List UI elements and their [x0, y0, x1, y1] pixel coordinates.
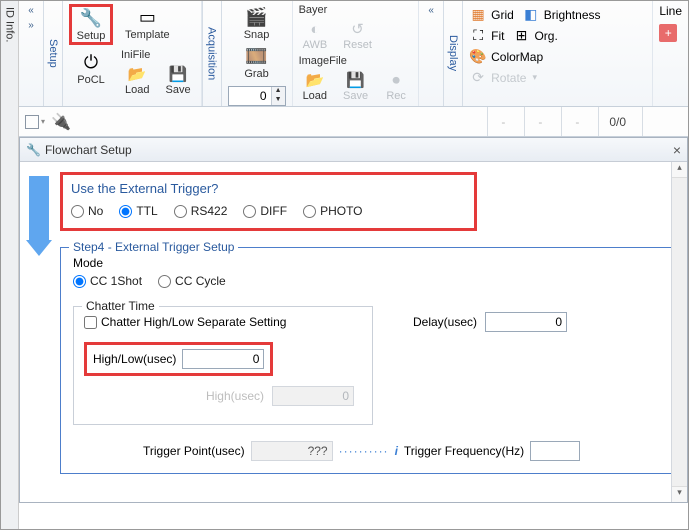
trigger-freq-label: Trigger Frequency(Hz): [404, 444, 524, 458]
info-icon: i: [395, 444, 398, 458]
fit-icon: ⛶: [469, 27, 487, 44]
status-dash: -: [535, 115, 545, 129]
collapse-right-icon[interactable]: »: [28, 20, 34, 31]
acquisition-vtab[interactable]: Acquisition: [202, 1, 222, 106]
pocl-button[interactable]: ⏻ PoCL: [69, 49, 113, 88]
scroll-down-icon[interactable]: ▾: [672, 486, 687, 502]
ribbon: « » Setup 🔧 Setup ▭ Template: [19, 1, 688, 107]
mode-cc1shot[interactable]: CC 1Shot: [73, 274, 142, 288]
collapse-left-icon[interactable]: «: [28, 5, 34, 16]
step-arrow-icon: [26, 176, 52, 494]
clapper-icon: 🎬: [245, 6, 267, 28]
grab-button[interactable]: 🎞️ Grab: [228, 43, 286, 82]
bayer-reset-button: ↺ Reset: [339, 18, 376, 53]
film-icon: 🎞️: [245, 45, 267, 67]
trigger-freq-input[interactable]: [530, 441, 580, 461]
brightness-icon: ◧: [522, 6, 540, 23]
inifile-header: IniFile: [121, 49, 195, 61]
high-label: High(usec): [206, 389, 264, 403]
chatter-legend: Chatter Time: [82, 299, 159, 313]
org-icon: ⊞: [512, 27, 530, 44]
dialog-title: Flowchart Setup: [45, 143, 132, 157]
high-readonly: 0: [272, 386, 354, 406]
highlow-label: High/Low(usec): [93, 352, 176, 366]
spinner-down-icon[interactable]: ▼: [272, 96, 285, 105]
mode-cccycle[interactable]: CC Cycle: [158, 274, 226, 288]
status-dash: -: [572, 115, 582, 129]
ini-save-button[interactable]: 💾 Save: [161, 63, 194, 98]
scroll-up-icon[interactable]: ▴: [672, 162, 687, 178]
trigger-point-value: ???: [251, 441, 333, 461]
trigger-option-no[interactable]: No: [71, 204, 103, 218]
grid-icon: ▦: [469, 6, 487, 23]
status-dash: -: [498, 115, 508, 129]
flowchart-setup-dialog: 🔧 Flowchart Setup × Use the External Tri…: [19, 137, 688, 503]
trigger-option-photo[interactable]: PHOTO: [303, 204, 362, 218]
awb-icon: ◐: [310, 20, 319, 38]
rotate-icon: ⟳: [469, 69, 487, 86]
wrench-icon: 🔧: [26, 143, 41, 157]
display-vtab[interactable]: Display: [443, 1, 463, 106]
chatter-fieldset: Chatter Time Chatter High/Low Separate S…: [73, 306, 373, 425]
imagefile-header: ImageFile: [299, 55, 413, 67]
marquee-tool[interactable]: [25, 115, 39, 129]
highlow-highlight: High/Low(usec): [84, 342, 273, 376]
save-icon: 💾: [169, 65, 188, 83]
grid-button[interactable]: ▦Grid: [469, 4, 514, 25]
mode-label: Mode: [73, 256, 660, 270]
image-rec-button: ⏺ Rec: [380, 69, 412, 104]
colormap-button[interactable]: 🎨ColorMap: [469, 46, 646, 67]
trigger-point-label: Trigger Point(usec): [143, 444, 245, 458]
line-label: Line: [659, 4, 682, 18]
trigger-option-ttl[interactable]: TTL: [119, 204, 157, 218]
template-button[interactable]: ▭ Template: [121, 4, 174, 43]
power-icon: ⏻: [84, 51, 98, 73]
org-button[interactable]: ⊞Org.: [512, 25, 557, 46]
dialog-scrollbar[interactable]: ▴ ▾: [671, 162, 687, 502]
folder-open-icon: 📂: [128, 65, 147, 83]
step4-fieldset: Step4 - External Trigger Setup Mode CC 1…: [60, 247, 673, 474]
add-line-button[interactable]: +: [659, 24, 677, 42]
trigger-option-rs422[interactable]: RS422: [174, 204, 228, 218]
delay-label: Delay(usec): [413, 315, 477, 329]
save-icon: 💾: [346, 71, 365, 89]
setup-button[interactable]: 🔧 Setup: [69, 4, 113, 45]
dropdown-icon[interactable]: ▾: [41, 117, 45, 126]
idinfo-tab[interactable]: ID Info.: [1, 1, 19, 529]
reset-icon: ↺: [351, 20, 364, 38]
dots-icon: ··········: [339, 444, 389, 458]
folder-open-icon: 📂: [305, 71, 324, 89]
external-trigger-question: Use the External Trigger? No TTL RS422 D…: [60, 172, 477, 231]
awb-button: ◐ AWB: [299, 18, 332, 53]
setup-vtab[interactable]: Setup: [43, 1, 63, 106]
question-title: Use the External Trigger?: [71, 181, 466, 196]
palette-icon: 🎨: [469, 48, 487, 65]
brightness-button[interactable]: ◧Brightness: [522, 4, 601, 25]
spinner-up-icon[interactable]: ▲: [272, 87, 285, 96]
connection-icon[interactable]: 🔌: [51, 112, 71, 132]
status-strip: ▾ 🔌 - - - 0/0: [19, 107, 688, 137]
chatter-separate-checkbox[interactable]: Chatter High/Low Separate Setting: [84, 315, 286, 329]
collapse-left-icon[interactable]: «: [428, 5, 434, 16]
image-load-button[interactable]: 📂 Load: [299, 69, 331, 104]
bayer-header: Bayer: [299, 4, 413, 16]
close-icon[interactable]: ×: [673, 142, 681, 158]
delay-input[interactable]: [485, 312, 567, 332]
grab-count-spinner[interactable]: ▲▼: [228, 86, 286, 106]
fit-button[interactable]: ⛶Fit: [469, 25, 504, 46]
status-ratio: 0/0: [609, 115, 626, 129]
step4-legend: Step4 - External Trigger Setup: [69, 240, 238, 254]
template-icon: ▭: [139, 6, 156, 28]
trigger-option-diff[interactable]: DIFF: [243, 204, 287, 218]
image-save-button: 💾 Save: [339, 69, 372, 104]
highlow-input[interactable]: [182, 349, 264, 369]
wrench-icon: 🔧: [80, 7, 102, 29]
record-icon: ⏺: [392, 71, 400, 89]
snap-button[interactable]: 🎬 Snap: [228, 4, 286, 43]
grab-count-input[interactable]: [229, 89, 271, 103]
rotate-button: ⟳Rotate▾: [469, 67, 646, 88]
ini-load-button[interactable]: 📂 Load: [121, 63, 153, 98]
